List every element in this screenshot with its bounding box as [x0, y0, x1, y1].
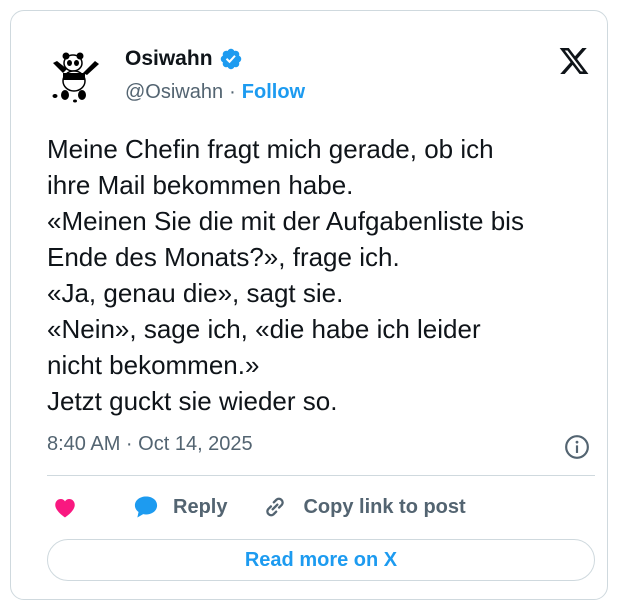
post-card: Osiwahn @Osiwahn · Follow Meine Chefin f… — [10, 10, 608, 600]
link-icon — [266, 497, 285, 517]
author-name-row: Osiwahn — [125, 47, 243, 71]
heart-icon — [55, 498, 75, 518]
copy-link-label: Copy link to post — [303, 495, 466, 518]
post-line: «Nein», sage ich, «die habe ich leider — [47, 314, 481, 344]
read-more-button[interactable]: Read more on X — [47, 539, 595, 581]
separator-dot: · — [229, 81, 236, 103]
author-handle-row: @Osiwahn · Follow — [125, 81, 305, 104]
x-logo-icon[interactable] — [557, 45, 591, 77]
reply-button[interactable]: Reply — [131, 493, 227, 521]
post-line: nicht bekommen.» — [47, 350, 260, 380]
reply-bubble-icon — [134, 496, 158, 518]
post-line: «Meinen Sie die mit der Aufgabenliste bi… — [47, 206, 524, 236]
post-timestamp[interactable]: 8:40 AM · Oct 14, 2025 — [47, 433, 253, 456]
post-text: Meine Chefin fragt mich gerade, ob ich i… — [47, 131, 603, 419]
avatar[interactable] — [49, 49, 109, 109]
divider — [47, 475, 595, 476]
post-line: «Ja, genau die», sagt sie. — [47, 278, 344, 308]
read-more-label: Read more on X — [244, 548, 398, 571]
panda-avatar-icon — [52, 52, 99, 103]
post-line: ihre Mail bekommen habe. — [47, 170, 354, 200]
author-name[interactable]: Osiwahn — [125, 47, 213, 71]
follow-button[interactable]: Follow — [242, 81, 305, 104]
verified-badge-icon — [220, 48, 241, 70]
reply-label: Reply — [173, 495, 228, 518]
like-button[interactable] — [51, 494, 79, 520]
info-icon[interactable] — [564, 434, 590, 460]
post-line: Jetzt guckt sie wieder so. — [47, 386, 338, 416]
author-handle[interactable]: @Osiwahn — [125, 81, 223, 104]
copy-link-button[interactable]: Copy link to post — [261, 493, 466, 521]
post-line: Meine Chefin fragt mich gerade, ob ich — [47, 134, 494, 164]
post-line: Ende des Monats?», frage ich. — [47, 242, 400, 272]
action-bar: Reply Copy link to post — [51, 491, 466, 523]
